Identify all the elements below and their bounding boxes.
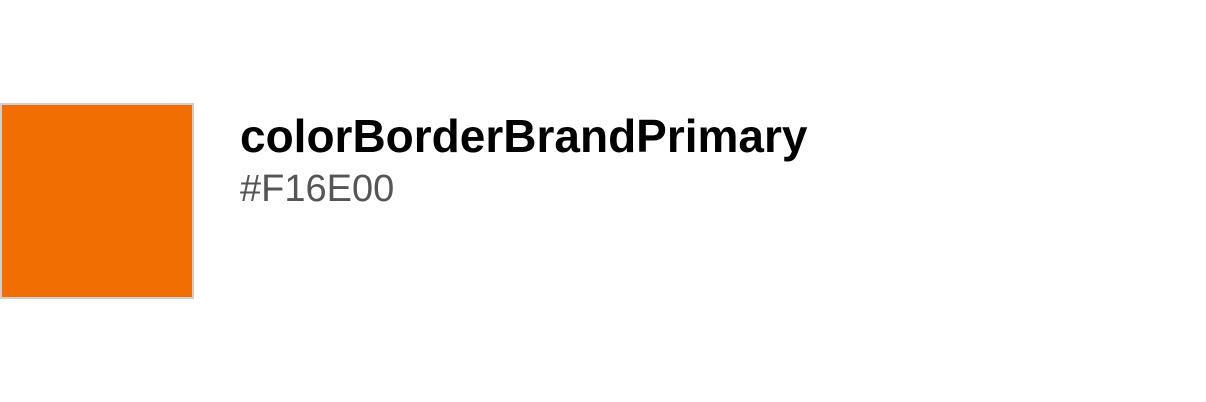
- color-swatch: [0, 103, 194, 299]
- token-hex-value: #F16E00: [240, 168, 395, 210]
- token-info: colorBorderBrandPrimary #F16E00: [240, 108, 808, 214]
- color-token-card: colorBorderBrandPrimary #F16E00: [0, 0, 1206, 402]
- token-name: colorBorderBrandPrimary: [240, 110, 808, 162]
